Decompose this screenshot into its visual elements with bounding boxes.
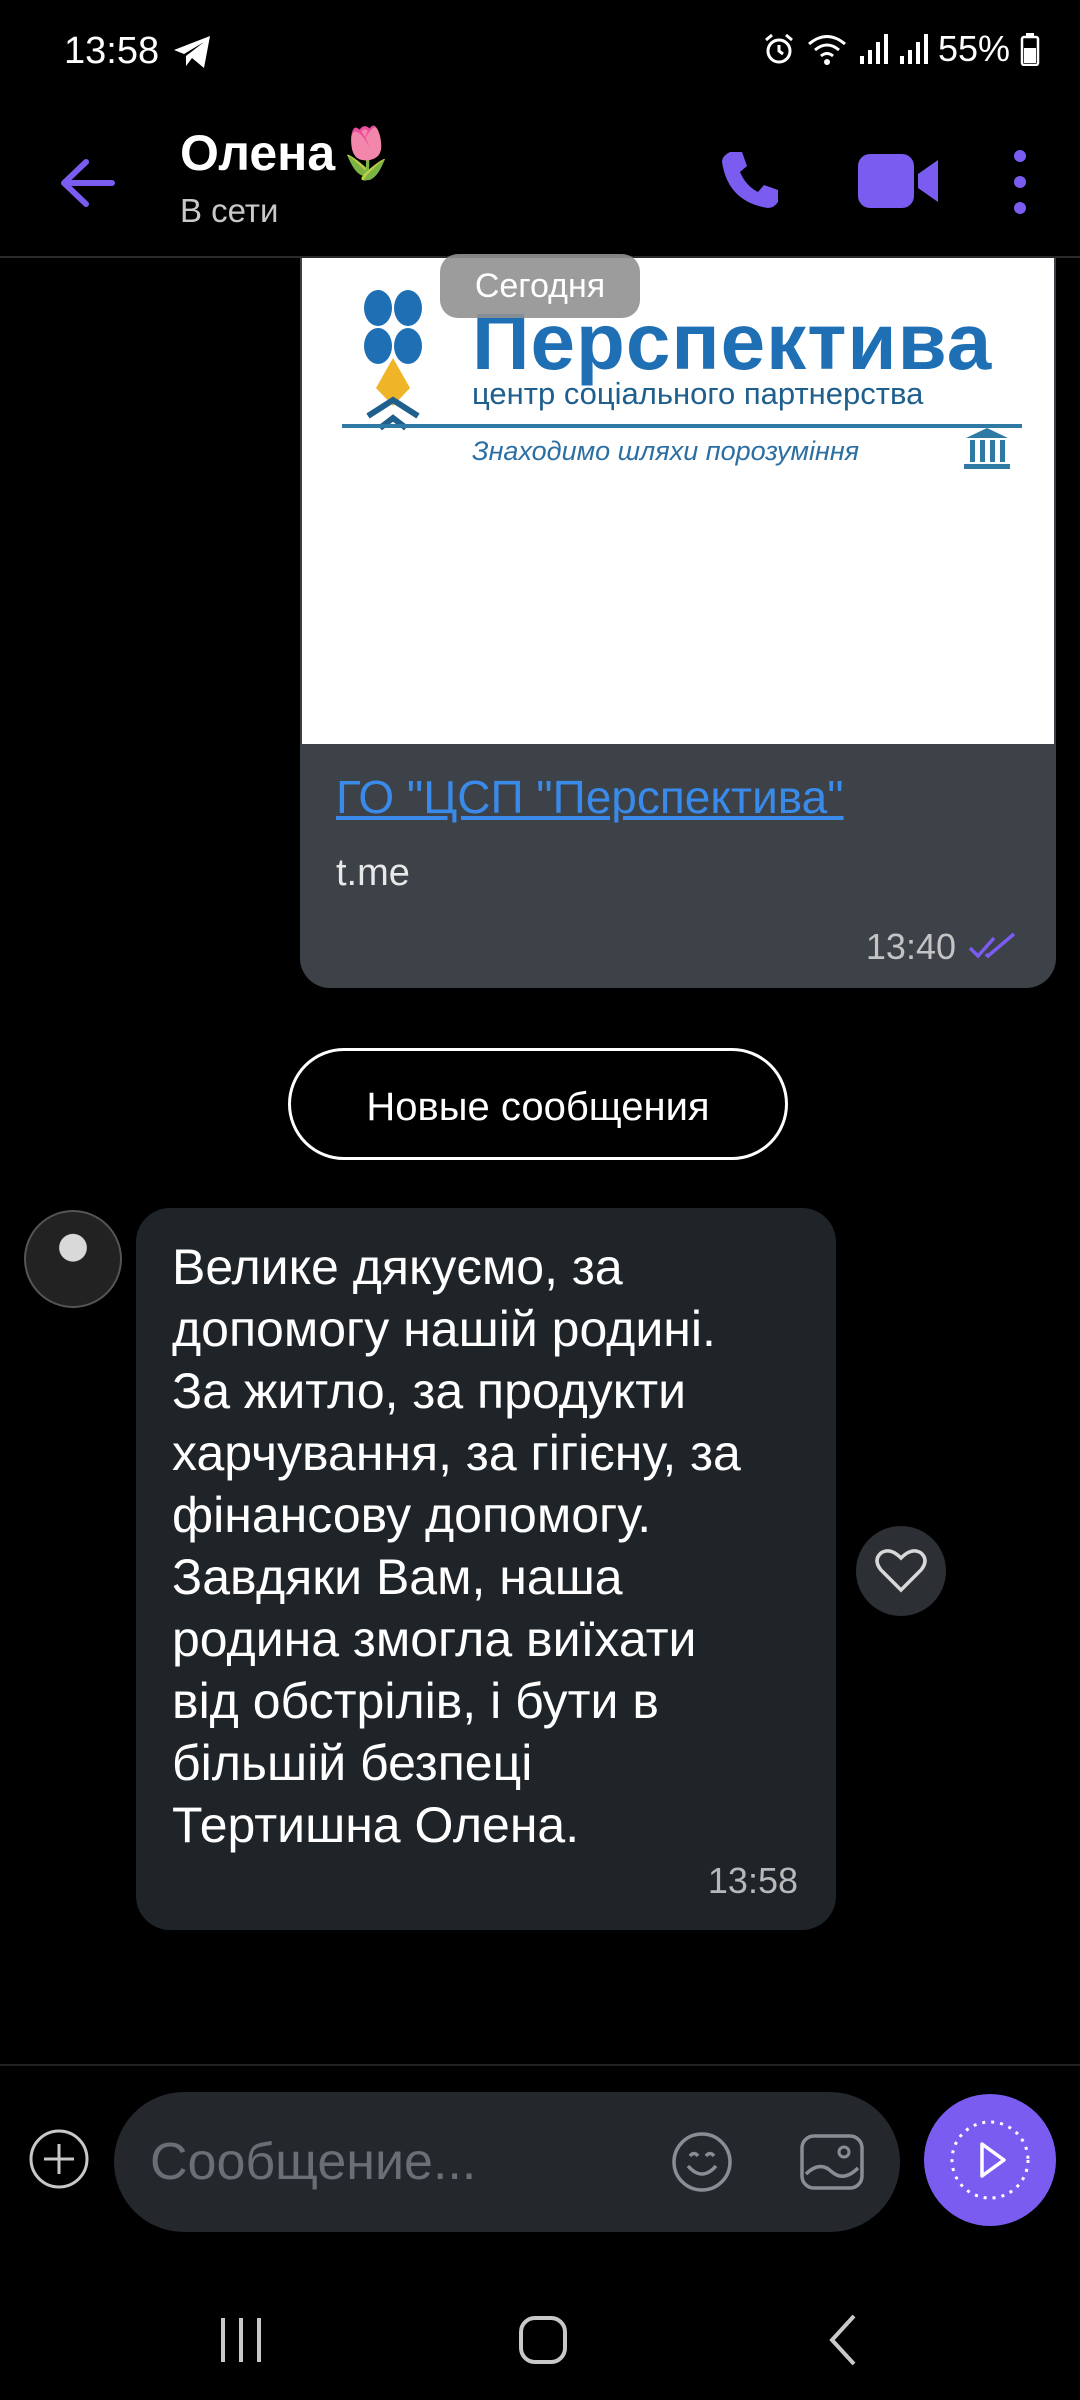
logo-tagline: Знаходимо шляхи порозуміння — [472, 436, 860, 466]
outgoing-link-message[interactable]: Перспектива центр соціального партнерств… — [300, 258, 1056, 988]
perspektyva-logo-icon — [364, 290, 422, 431]
back-nav-icon[interactable] — [810, 2308, 880, 2372]
status-bar: 13:58 55% — [0, 0, 1080, 110]
message-input-placeholder: Сообщение... — [150, 2133, 477, 2191]
recent-apps-icon[interactable] — [206, 2308, 276, 2372]
video-camera-icon[interactable] — [856, 146, 940, 216]
chat-header: Олена🌷 В сети — [0, 110, 1080, 258]
phone-icon[interactable] — [716, 144, 786, 214]
link-title[interactable]: ГО "ЦСП "Перспектива" — [336, 770, 844, 824]
emoji-icon[interactable] — [670, 2130, 734, 2194]
voice-message-button[interactable] — [924, 2094, 1056, 2226]
wifi-icon — [807, 35, 846, 65]
more-vert-icon[interactable] — [1000, 146, 1040, 218]
building-icon — [964, 428, 1010, 469]
back-arrow-icon[interactable] — [52, 148, 122, 218]
double-check-icon — [968, 932, 1016, 959]
composer-divider — [0, 2064, 1080, 2066]
incoming-message[interactable]: Велике дякуємо, за допомогу нашій родині… — [136, 1208, 836, 1930]
message-input[interactable]: Сообщение... — [114, 2092, 900, 2232]
contact-name[interactable]: Олена🌷 — [180, 124, 397, 183]
link-domain: t.me — [336, 852, 410, 894]
battery-percent: 55% — [937, 28, 1010, 69]
plus-circle-icon[interactable] — [28, 2128, 90, 2190]
system-nav-bar — [0, 2280, 1080, 2400]
telegram-icon — [174, 36, 210, 68]
new-messages-divider: Новые сообщения — [288, 1048, 788, 1160]
date-badge: Сегодня — [440, 254, 640, 318]
message-text: Велике дякуємо, за допомогу нашій родині… — [172, 1239, 741, 1853]
avatar[interactable] — [24, 1210, 122, 1308]
like-button[interactable] — [856, 1526, 946, 1616]
heart-icon — [875, 1549, 927, 1593]
message-time: 13:58 — [707, 1860, 798, 1901]
alarm-icon — [764, 33, 793, 64]
contact-status: В сети — [180, 192, 279, 229]
signal-icon — [859, 34, 888, 64]
logo-subtitle: центр соціального партнерства — [472, 376, 924, 411]
home-icon[interactable] — [508, 2308, 578, 2372]
signal-icon — [899, 34, 928, 64]
play-circle-icon — [950, 2120, 1030, 2200]
battery-icon — [1020, 33, 1040, 66]
status-icons: 55% — [762, 28, 1040, 70]
status-time: 13:58 — [64, 30, 160, 72]
logo-divider — [342, 424, 1022, 428]
gallery-icon[interactable] — [798, 2130, 866, 2194]
message-time: 13:40 — [865, 926, 956, 967]
link-preview-image[interactable]: Перспектива центр соціального партнерств… — [302, 258, 1054, 744]
